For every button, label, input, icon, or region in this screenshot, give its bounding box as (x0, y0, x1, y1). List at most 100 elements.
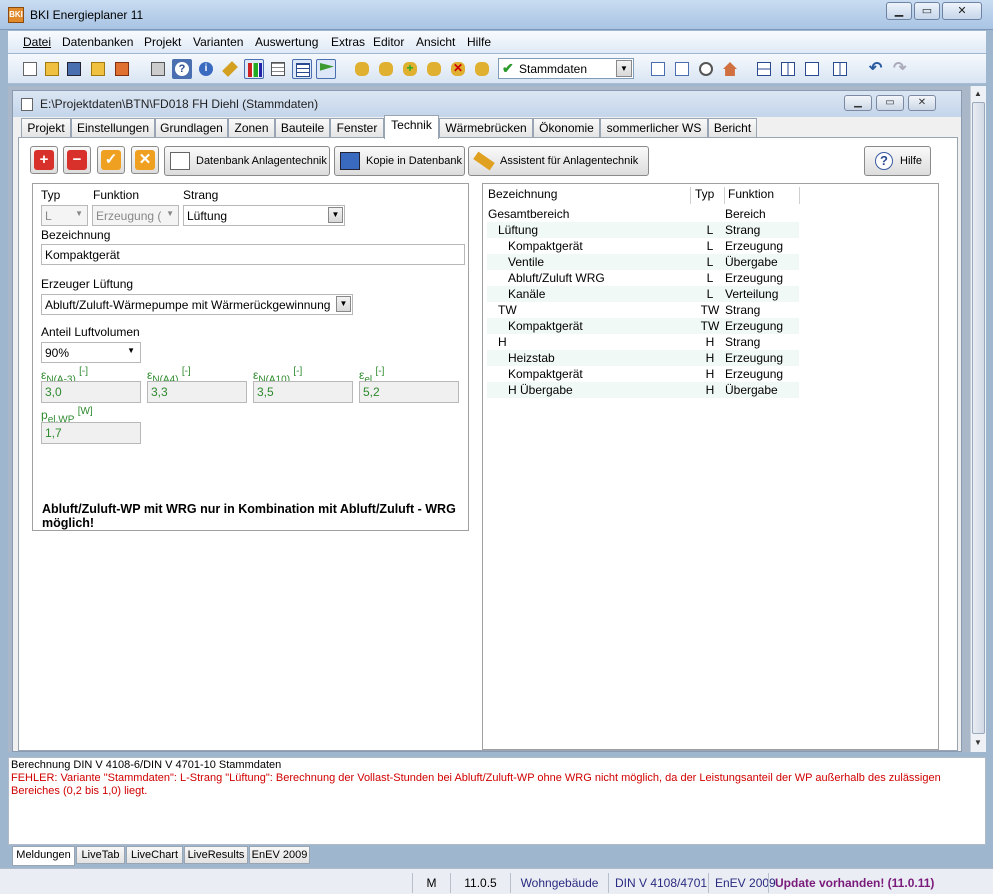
tab-fenster[interactable]: Fenster (330, 118, 384, 138)
menu-editor[interactable]: Editor (373, 35, 404, 49)
exit-icon[interactable] (112, 59, 132, 79)
document-export-icon (340, 152, 360, 170)
help-icon[interactable]: ? (172, 59, 192, 79)
assistent-button[interactable]: Assistent für Anlagentechnik (468, 146, 649, 176)
save-icon[interactable] (64, 59, 84, 79)
tree-row[interactable]: H Übergabe H Übergabe (487, 382, 799, 398)
tab-technik[interactable]: Technik (384, 115, 439, 139)
variant-select[interactable]: ✔ Stammdaten ▼ (498, 58, 634, 79)
tree-row[interactable]: TW TW Strang (487, 302, 799, 318)
menu-ansicht[interactable]: Ansicht (416, 35, 455, 49)
menu-projekt[interactable]: Projekt (144, 35, 181, 49)
database-add-icon[interactable]: + (400, 59, 420, 79)
remove-button[interactable]: − (63, 146, 91, 174)
tree-row[interactable]: Heizstab H Erzeugung (487, 350, 799, 366)
scroll-up-icon[interactable]: ▲ (974, 89, 982, 98)
hilfe-button[interactable]: ? Hilfe (864, 146, 931, 176)
new-file-icon[interactable] (20, 59, 40, 79)
open-project-icon[interactable] (88, 59, 108, 79)
status-enev: EnEV 2009 (708, 873, 776, 893)
tab-einstellungen[interactable]: Einstellungen (71, 118, 155, 138)
close-button[interactable]: ✕ (942, 2, 982, 20)
chevron-down-icon[interactable]: ▼ (328, 207, 343, 223)
page-icon[interactable] (672, 59, 692, 79)
tab-meldungen[interactable]: Meldungen (12, 846, 75, 866)
tab-livetab[interactable]: LiveTab (76, 846, 125, 864)
document-maximize-button[interactable]: ▭ (876, 95, 904, 111)
cancel-button[interactable]: ✕ (131, 146, 159, 174)
house-icon[interactable] (720, 59, 740, 79)
bezeichnung-input[interactable]: Kompaktgerät (41, 244, 465, 265)
document-close-button[interactable]: ✕ (908, 95, 936, 111)
undo-icon[interactable]: ↶ (866, 59, 886, 79)
info-icon[interactable]: i (196, 59, 216, 79)
tab-zonen[interactable]: Zonen (228, 118, 275, 138)
scroll-thumb[interactable] (972, 102, 985, 734)
open-folder-icon[interactable] (42, 59, 62, 79)
tree-row[interactable]: H H Strang (487, 334, 799, 350)
tab-oekonomie[interactable]: Ökonomie (533, 118, 600, 138)
tab-sommerlicher-ws[interactable]: sommerlicher WS (600, 118, 708, 138)
erzeuger-select[interactable]: Abluft/Zuluft-Wärmepumpe mit Wärmerückge… (41, 294, 353, 315)
layout-grid-icon[interactable] (830, 59, 850, 79)
column-header-bezeichnung[interactable]: Bezeichnung (488, 187, 691, 204)
tab-bericht[interactable]: Bericht (708, 118, 757, 138)
chevron-down-icon[interactable]: ▼ (616, 60, 632, 77)
database-copy-icon[interactable] (376, 59, 396, 79)
database-check-icon[interactable] (472, 59, 492, 79)
database-delete-icon[interactable]: ✕ (448, 59, 468, 79)
tree-row[interactable]: Gesamtbereich Bereich (487, 206, 799, 222)
tab-bauteile[interactable]: Bauteile (275, 118, 330, 138)
strang-select[interactable]: Lüftung ▼ (183, 205, 345, 226)
tab-livechart[interactable]: LiveChart (126, 846, 183, 864)
menu-auswertung[interactable]: Auswertung (255, 35, 318, 49)
tab-enev-2009[interactable]: EnEV 2009 (249, 846, 310, 864)
table-view-icon[interactable] (292, 59, 312, 79)
main-scrollbar[interactable]: ▲ ▼ (970, 86, 986, 752)
tab-liveresults[interactable]: LiveResults (184, 846, 248, 864)
tree-row[interactable]: Kompaktgerät L Erzeugung (487, 238, 799, 254)
redo-icon[interactable]: ↷ (890, 59, 910, 79)
tab-grundlagen[interactable]: Grundlagen (155, 118, 228, 138)
layout-vertical-icon[interactable] (778, 59, 798, 79)
tab-projekt[interactable]: Projekt (21, 118, 71, 138)
table-icon[interactable] (268, 59, 288, 79)
maximize-button[interactable]: ▭ (914, 2, 940, 20)
column-header-typ[interactable]: Typ (695, 187, 725, 204)
scroll-down-icon[interactable]: ▼ (974, 738, 982, 747)
kopie-datenbank-button[interactable]: Kopie in Datenbank (334, 146, 465, 176)
anteil-select[interactable]: 90% ▼ (41, 342, 141, 363)
db-anlagentechnik-button[interactable]: Datenbank Anlagentechnik (164, 146, 330, 176)
tree-row[interactable]: Abluft/Zuluft WRG L Erzeugung (487, 270, 799, 286)
menu-extras[interactable]: Extras (331, 35, 365, 49)
menu-datenbanken[interactable]: Datenbanken (62, 35, 133, 49)
tree-cell-bezeichnung: Ventile (508, 255, 545, 269)
flag-icon[interactable] (316, 59, 336, 79)
bar-chart-icon[interactable] (244, 59, 264, 79)
database-icon[interactable] (352, 59, 372, 79)
tree-row[interactable]: Kompaktgerät H Erzeugung (487, 366, 799, 382)
tree-row[interactable]: Ventile L Übergabe (487, 254, 799, 270)
update-notice[interactable]: Update vorhanden! (11.0.11) (768, 873, 948, 893)
tree-row[interactable]: Kompaktgerät TW Erzeugung (487, 318, 799, 334)
menu-datei[interactable]: Datei (23, 35, 51, 49)
layout-cascade-icon[interactable] (802, 59, 822, 79)
column-header-funktion[interactable]: Funktion (728, 187, 800, 204)
menu-hilfe[interactable]: Hilfe (467, 35, 491, 49)
calculator-icon[interactable] (148, 59, 168, 79)
document-minimize-button[interactable]: ▁ (844, 95, 872, 111)
search-icon[interactable] (696, 59, 716, 79)
minimize-button[interactable]: ▁ (886, 2, 912, 20)
add-button[interactable]: + (30, 146, 58, 174)
tree-row[interactable]: Lüftung L Strang (487, 222, 799, 238)
chevron-down-icon[interactable]: ▼ (336, 296, 351, 312)
copy-icon[interactable] (648, 59, 668, 79)
menu-varianten[interactable]: Varianten (193, 35, 243, 49)
layout-horizontal-icon[interactable] (754, 59, 774, 79)
technik-panel: + − ✓ ✕ Datenbank Anlagentechnik Kopie i… (18, 137, 958, 751)
database-refresh-icon[interactable] (424, 59, 444, 79)
tree-row[interactable]: Kanäle L Verteilung (487, 286, 799, 302)
wrench-icon[interactable] (220, 59, 240, 79)
confirm-button[interactable]: ✓ (97, 146, 125, 174)
tab-waermebruecken[interactable]: Wärmebrücken (439, 118, 533, 138)
